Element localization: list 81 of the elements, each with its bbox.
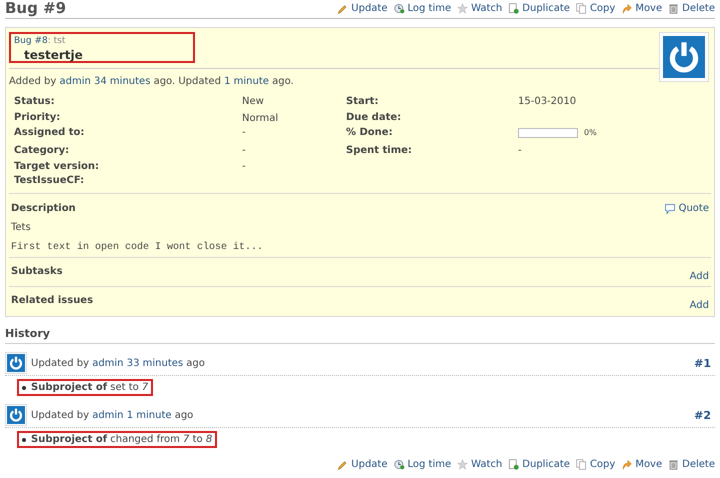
action-link[interactable]: Update [337,458,388,471]
field-value: - [242,144,247,158]
field-label: % Done: [346,126,394,140]
action-link[interactable]: Delete [668,458,715,471]
added-by-text: ago. [271,75,294,88]
time-link[interactable]: 33 minutes [126,356,184,370]
parent-link[interactable]: Bug #8 [14,35,48,48]
copy-icon [576,3,587,14]
issue-subject: testertje [23,48,84,63]
power-symbol-avatar [7,354,25,372]
action-link[interactable]: Update [337,2,388,15]
action-link[interactable]: Move [621,458,662,471]
clock-icon [394,459,404,470]
action-link[interactable]: Delete [668,2,715,15]
speech-bubble-icon [664,202,676,214]
section-heading: Subtasks [11,265,63,279]
action-link[interactable]: Watch [457,2,502,15]
field-label: Target version: [14,160,100,174]
journal-text: Updated by [31,356,90,370]
document-plus-icon [508,3,520,14]
star-icon [457,3,468,14]
trash-icon [668,459,680,470]
change-detail: Subproject of changed from 7 to 8 [17,431,218,448]
field-value: Normal [242,112,280,126]
description-text: Tets [11,221,32,234]
added-by-text: ago. Updated [152,75,222,88]
time-link[interactable]: 1 minute [224,75,269,88]
trash-icon [668,3,680,14]
field-label: Due date: [346,111,402,125]
field-label: Category: [14,144,70,158]
parent-subject: : tst [48,35,66,48]
time-link[interactable]: 1 minute [126,408,172,422]
action-link[interactable]: Duplicate [508,458,570,471]
change-detail: Subproject of set to 7 [17,379,154,396]
power-symbol-avatar [663,36,705,78]
add-link[interactable]: Add [690,294,709,312]
journal-number-link[interactable]: #2 [694,408,715,422]
section-heading: History [5,327,715,344]
author-link[interactable]: admin [92,356,124,370]
action-link[interactable]: Log time [394,2,452,15]
star-icon [457,459,468,470]
curved-arrow-icon [621,459,632,470]
field-value: - [242,126,247,140]
field-label: TestIssueCF: [14,174,86,188]
action-link[interactable]: Duplicate [508,2,570,15]
journal-text: ago [185,356,205,370]
copy-icon [576,459,587,470]
clock-icon [394,3,404,14]
author-link[interactable]: admin [92,408,124,422]
page-title: Bug #9 [5,2,66,15]
field-value: 15-03-2010 [518,95,578,109]
action-link[interactable]: Log time [394,458,452,471]
add-link[interactable]: Add [690,265,709,283]
time-link[interactable]: 34 minutes [94,75,150,88]
action-link[interactable]: Move [621,2,662,15]
author-link[interactable]: admin [59,75,91,88]
action-link[interactable]: Watch [457,458,502,471]
pencil-icon [337,3,348,14]
field-label: Status: [14,95,56,109]
action-link[interactable]: Copy [576,458,616,471]
pencil-icon [337,459,348,470]
field-label: Priority: [14,111,62,125]
field-label: Spent time: [346,144,413,158]
progress-percent: 0% [584,127,597,139]
section-heading: Related issues [11,294,94,308]
field-label: Assigned to: [14,126,86,140]
field-value: - [518,144,523,158]
journal-text: ago [174,408,194,422]
journal-number-link[interactable]: #1 [694,356,715,370]
field-value: New [242,95,265,109]
journal-text: Updated by [31,408,90,422]
power-symbol-avatar [7,406,25,424]
field-value: - [242,160,247,174]
code-text: First text in open code I wont close it... [11,241,264,254]
action-link[interactable]: Copy [576,2,616,15]
field-label: Start: [346,95,380,109]
curved-arrow-icon [621,3,632,14]
section-heading: Description [11,202,76,215]
document-plus-icon [508,459,520,470]
added-by-text: Added by [9,75,58,88]
quote-link[interactable]: Quote [664,202,709,215]
